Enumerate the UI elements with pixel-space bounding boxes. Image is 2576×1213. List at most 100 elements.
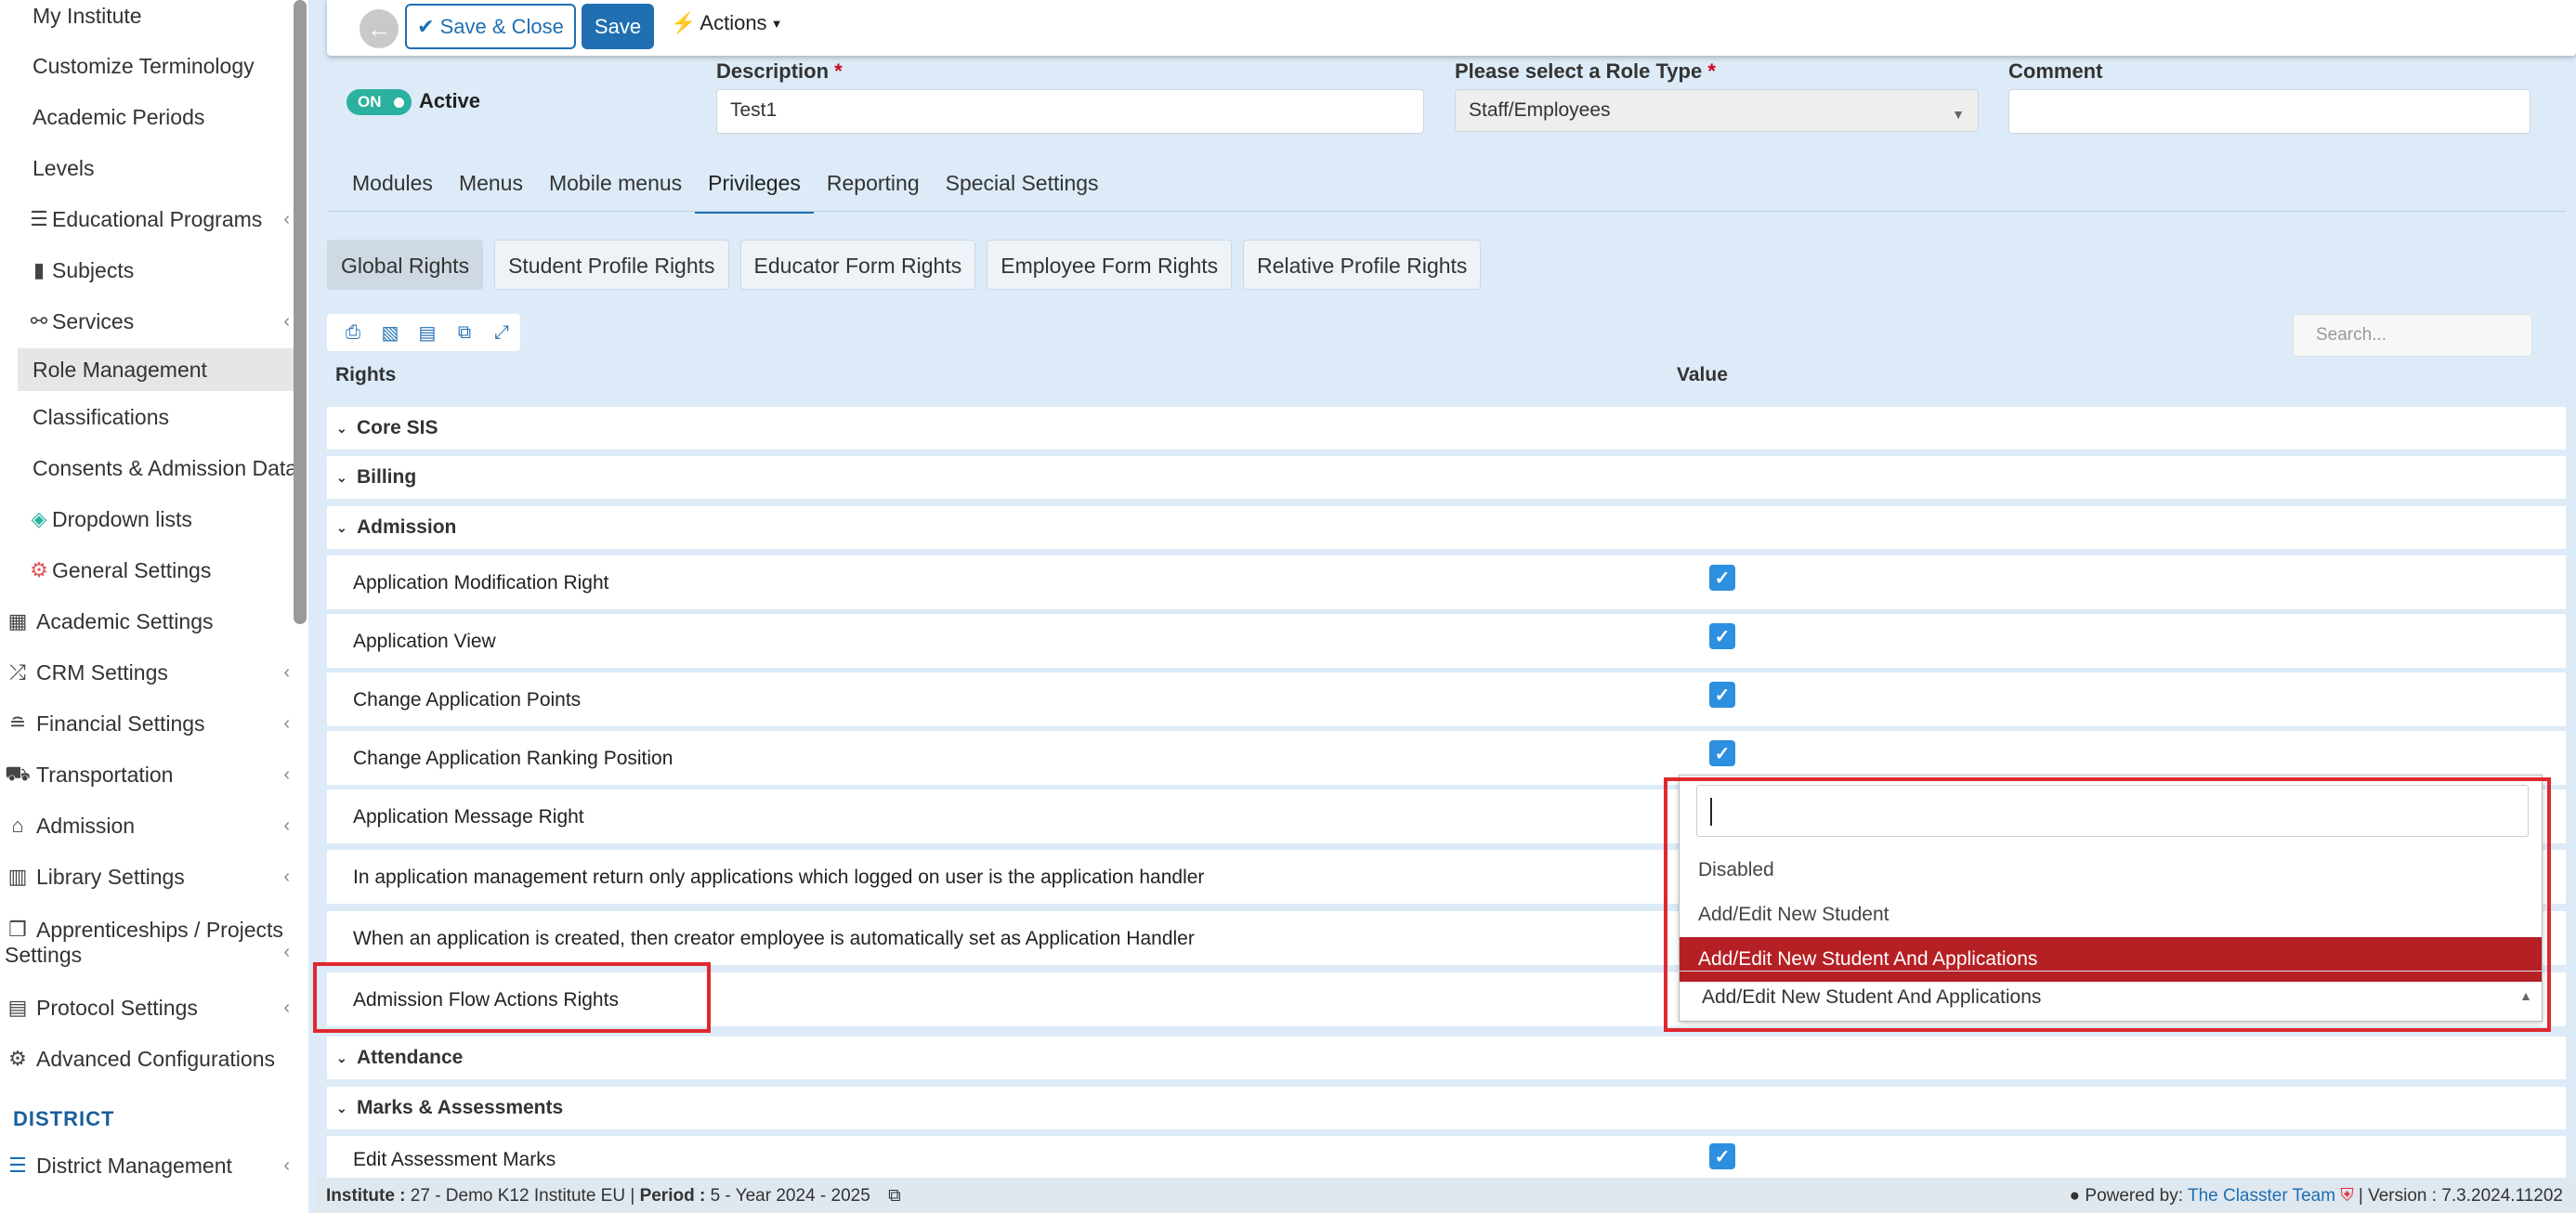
sidebar-item-crm-settings[interactable]: ⤮ CRM Settings ‹ [0,659,294,686]
rights-subtabs: Global Rights Student Profile Rights Edu… [327,240,1482,290]
sidebar-item-services[interactable]: ⚯ Services ‹ [0,307,294,335]
value-checkbox[interactable]: ✓ [1709,565,1735,591]
save-close-button[interactable]: ✔ Save & Close [405,4,576,49]
classter-logo-icon: ● [2069,1186,2081,1206]
description-input[interactable]: Test1 [716,89,1424,134]
sidebar-scrollbar[interactable] [294,0,307,624]
required-mark: * [1707,59,1716,83]
tab-special-settings[interactable]: Special Settings [933,160,1112,212]
subtab-global-rights[interactable]: Global Rights [327,240,484,290]
right-label: Edit Assessment Marks [353,1149,556,1170]
box-icon: ❒ [8,918,27,941]
active-toggle[interactable]: ON [347,89,412,115]
sidebar-item-label: District Management [36,1153,232,1178]
group-row-attendance[interactable]: ⌄ Attendance [327,1037,2566,1079]
sidebar-item-customize-terminology[interactable]: Customize Terminology [0,52,294,80]
comment-textarea[interactable] [2008,89,2530,134]
table-export-toolbar: ⎙ ▧ ▤ ⧉ ⤢ [327,314,520,351]
expand-icon[interactable]: ⤢ [489,322,515,344]
list-icon: ☰ [30,207,48,230]
subtab-relative-profile-rights[interactable]: Relative Profile Rights [1243,240,1482,290]
tab-privileges[interactable]: Privileges [695,160,814,214]
menu-icon: ☰ [8,1154,27,1177]
search-input[interactable]: Search... [2293,314,2532,357]
tab-mobile-menus[interactable]: Mobile menus [536,160,695,212]
sidebar-item-classifications[interactable]: Classifications [0,403,294,431]
tab-modules[interactable]: Modules [339,160,446,212]
sidebar-item-label: Financial Settings [36,711,205,736]
bus-icon: ⛟ [5,761,31,785]
sidebar-item-role-management[interactable]: Role Management [18,348,294,391]
print-icon[interactable]: ⎙ [340,322,366,344]
sidebar-item-advanced-configurations[interactable]: ⚙ Advanced Configurations [0,1045,294,1073]
sidebar-item-label: Advanced Configurations [36,1046,275,1071]
gears-icon: ⚙ [8,1047,27,1070]
sidebar-item-apprenticeships[interactable]: ❒ Apprenticeships / Projects ‹ [0,916,294,963]
chevron-down-icon: ⌄ [336,420,347,436]
copy-icon[interactable]: ⧉ [888,1186,901,1206]
group-row-admission[interactable]: ⌄ Admission [327,506,2566,549]
sidebar-item-levels[interactable]: Levels [0,154,294,182]
sidebar-item-general-settings[interactable]: ⚙ General Settings [0,556,294,584]
group-row-marks-assessments[interactable]: ⌄ Marks & Assessments [327,1087,2566,1129]
sidebar-item-consents[interactable]: Consents & Admission Data [0,454,297,482]
sidebar-item-label: Subjects [52,257,135,282]
coins-icon: ≘ [8,711,27,735]
sidebar-item-educational-programs[interactable]: ☰ Educational Programs ‹ [0,205,294,233]
group-row-core-sis[interactable]: ⌄ Core SIS [327,407,2566,450]
institute-label: Institute : [326,1186,406,1206]
period-label: Period : [639,1186,706,1206]
sidebar-item-dropdown-lists[interactable]: ◈ Dropdown lists [0,505,294,533]
subtab-educator-form-rights[interactable]: Educator Form Rights [739,240,976,290]
sidebar-item-label-continued: Settings [5,943,83,967]
chevron-left-icon: ‹ [283,997,290,1018]
tab-reporting[interactable]: Reporting [814,160,933,212]
sidebar-item-my-institute[interactable]: My Institute [0,2,294,30]
sidebar-item-library-settings[interactable]: ▥ Library Settings ‹ [0,863,294,891]
academic-icon: ▦ [7,609,28,633]
value-checkbox[interactable]: ✓ [1709,740,1735,766]
footer-credits: ● Powered by: The Classter Team ⛨ | Vers… [2070,1186,2563,1206]
toggle-label: ON [358,93,382,111]
sidebar-item-label: Role Management [33,357,207,382]
actions-menu-button[interactable]: ⚡ Actions ▼ [671,11,782,35]
gear-icon: ⚙ [30,558,48,581]
sidebar-item-label: Library Settings [36,864,185,889]
pdf-icon[interactable]: ▤ [414,321,440,345]
group-row-billing[interactable]: ⌄ Billing [327,456,2566,499]
value-checkbox[interactable]: ✓ [1709,623,1735,649]
tab-menus[interactable]: Menus [446,160,536,212]
right-label: When an application is created, then cre… [353,928,1195,949]
excel-icon[interactable]: ▧ [377,321,403,345]
role-type-select[interactable]: Staff/Employees ▼ [1455,89,1979,132]
toggle-knob [394,98,404,108]
sidebar-item-district-management[interactable]: ☰ District Management ‹ [0,1152,294,1180]
sidebar-item-subjects[interactable]: ▮ Subjects [0,256,294,284]
group-label: Attendance [357,1047,464,1068]
sidebar-item-academic-periods[interactable]: Academic Periods [0,103,294,131]
right-label: Application Message Right [353,806,584,828]
footer-context: Institute : 27 - Demo K12 Institute EU |… [326,1186,901,1206]
sidebar-item-admission[interactable]: ⌂ Admission ‹ [0,812,294,840]
sidebar-item-protocol-settings[interactable]: ▤ Protocol Settings ‹ [0,994,294,1022]
subtab-student-profile-rights[interactable]: Student Profile Rights [494,240,729,290]
sidebar-item-academic-settings[interactable]: ▦ Academic Settings [0,607,294,635]
sidebar-item-label: General Settings [52,557,212,582]
save-button[interactable]: Save [582,4,654,49]
sidebar-item-transportation[interactable]: ⛟ Transportation ‹ [0,761,294,789]
sidebar-item-financial-settings[interactable]: ≘ Financial Settings ‹ [0,710,294,737]
right-label: Change Application Points [353,689,582,711]
value-checkbox[interactable]: ✓ [1709,1143,1735,1169]
value-checkbox[interactable]: ✓ [1709,682,1735,708]
subtab-employee-form-rights[interactable]: Employee Form Rights [987,240,1233,290]
back-button[interactable]: ← [360,9,399,48]
role-type-label: Please select a Role Type * [1455,59,1716,84]
caret-down-icon: ▼ [1952,107,1965,122]
layers-icon: ◈ [31,507,47,530]
table-row: Application Modification Right ✓ [327,555,2566,609]
chevron-left-icon: ‹ [283,942,290,962]
chevron-down-icon: ⌄ [336,1050,347,1065]
copy-icon[interactable]: ⧉ [451,322,477,344]
team-link[interactable]: The Classter Team [2188,1186,2335,1206]
library-icon: ▥ [7,865,28,888]
